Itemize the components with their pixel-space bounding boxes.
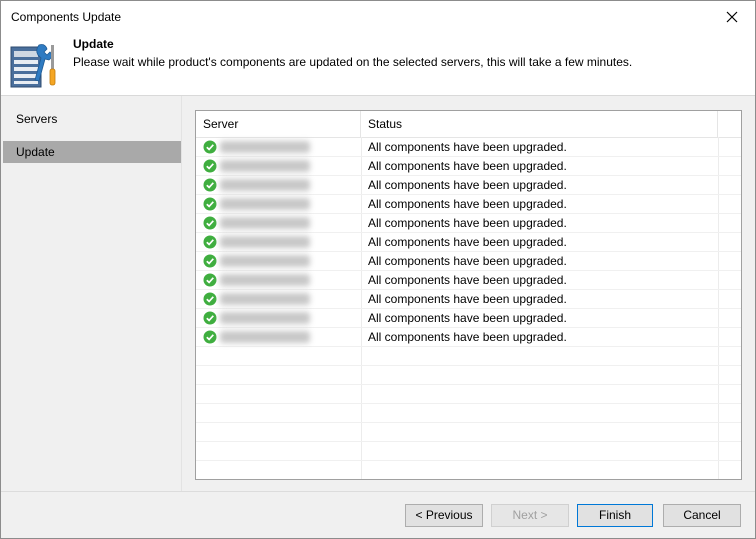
success-check-icon: [203, 235, 217, 249]
empty-table-row: [196, 385, 741, 404]
server-name: [220, 331, 310, 343]
close-button[interactable]: [709, 1, 755, 33]
success-check-icon: [203, 292, 217, 306]
empty-table-row: [196, 366, 741, 385]
table-row[interactable]: All components have been upgraded.: [196, 233, 741, 252]
success-check-icon: [203, 159, 217, 173]
page-title: Update: [73, 37, 114, 51]
sidebar-item-servers[interactable]: Servers: [3, 108, 181, 130]
window-title: Components Update: [11, 10, 122, 24]
status-text: All components have been upgraded.: [368, 292, 567, 306]
table-row[interactable]: All components have been upgraded.: [196, 138, 741, 157]
success-check-icon: [203, 178, 217, 192]
server-name: [220, 274, 310, 286]
status-text: All components have been upgraded.: [368, 216, 567, 230]
empty-table-row: [196, 404, 741, 423]
status-text: All components have been upgraded.: [368, 254, 567, 268]
server-tools-icon: [10, 44, 56, 88]
components-update-dialog: Components Update Update Please wait whi…: [0, 0, 756, 539]
status-text: All components have been upgraded.: [368, 311, 567, 325]
success-check-icon: [203, 311, 217, 325]
table-row[interactable]: All components have been upgraded.: [196, 214, 741, 233]
empty-table-row: [196, 442, 741, 461]
status-text: All components have been upgraded.: [368, 140, 567, 154]
wizard-body: Servers Update Server Status All compone…: [1, 95, 755, 492]
success-check-icon: [203, 273, 217, 287]
sidebar-item-update[interactable]: Update: [3, 141, 181, 163]
success-check-icon: [203, 197, 217, 211]
server-name: [220, 255, 310, 267]
wizard-steps-sidebar: Servers Update: [1, 96, 182, 492]
success-check-icon: [203, 216, 217, 230]
table-body: All components have been upgraded. All co…: [196, 138, 741, 461]
success-check-icon: [203, 330, 217, 344]
table-row[interactable]: All components have been upgraded.: [196, 176, 741, 195]
status-text: All components have been upgraded.: [368, 273, 567, 287]
success-check-icon: [203, 140, 217, 154]
table-row[interactable]: All components have been upgraded.: [196, 252, 741, 271]
title-bar: Components Update: [1, 1, 755, 33]
empty-table-row: [196, 423, 741, 442]
server-name: [220, 160, 310, 172]
close-icon: [726, 11, 738, 23]
wizard-footer: < Previous Next > Finish Cancel: [1, 491, 755, 538]
column-header-status[interactable]: Status: [361, 111, 718, 137]
server-name: [220, 293, 310, 305]
server-name: [220, 198, 310, 210]
status-text: All components have been upgraded.: [368, 159, 567, 173]
table-row[interactable]: All components have been upgraded.: [196, 309, 741, 328]
cancel-button[interactable]: Cancel: [663, 504, 741, 527]
success-check-icon: [203, 254, 217, 268]
server-name: [220, 179, 310, 191]
status-text: All components have been upgraded.: [368, 178, 567, 192]
table-header: Server Status: [196, 111, 741, 138]
status-text: All components have been upgraded.: [368, 197, 567, 211]
server-name: [220, 312, 310, 324]
column-header-server[interactable]: Server: [196, 111, 361, 137]
empty-table-row: [196, 347, 741, 366]
servers-status-table: Server Status All components have been u…: [195, 110, 742, 480]
finish-button[interactable]: Finish: [577, 504, 653, 527]
page-description: Please wait while product's components a…: [73, 55, 633, 69]
wizard-header: Update Please wait while product's compo…: [1, 33, 755, 95]
server-name: [220, 236, 310, 248]
server-name: [220, 141, 310, 153]
table-row[interactable]: All components have been upgraded.: [196, 328, 741, 347]
server-name: [220, 217, 310, 229]
previous-button[interactable]: < Previous: [405, 504, 483, 527]
table-row[interactable]: All components have been upgraded.: [196, 157, 741, 176]
table-row[interactable]: All components have been upgraded.: [196, 195, 741, 214]
table-row[interactable]: All components have been upgraded.: [196, 290, 741, 309]
status-text: All components have been upgraded.: [368, 330, 567, 344]
status-text: All components have been upgraded.: [368, 235, 567, 249]
next-button[interactable]: Next >: [491, 504, 569, 527]
table-row[interactable]: All components have been upgraded.: [196, 271, 741, 290]
